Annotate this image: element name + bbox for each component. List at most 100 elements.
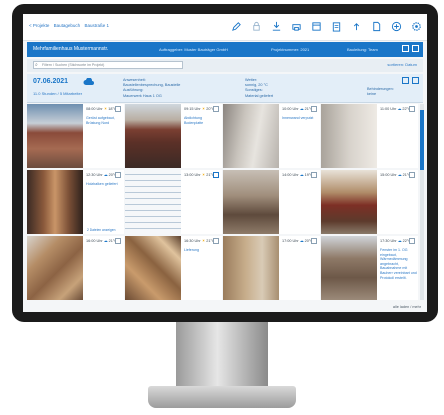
cloud-icon: ☁	[397, 107, 402, 111]
photo[interactable]	[321, 170, 377, 234]
cloud-icon: ☁	[103, 173, 108, 177]
settings-icon[interactable]	[410, 19, 423, 34]
clipboard-icon[interactable]	[330, 19, 343, 34]
photo-card[interactable]: 16:30 Uhr ☀ 21°C Lieferung	[125, 236, 222, 300]
select-checkbox[interactable]	[213, 106, 219, 112]
select-checkbox[interactable]	[213, 238, 219, 244]
photo-card[interactable]: 13:00 Uhr ☀ 21°C	[125, 170, 222, 234]
photo-caption[interactable]: Holzbalken geliefert	[86, 182, 120, 187]
breadcrumb-projects[interactable]: < Projekte	[29, 23, 49, 28]
client-info: Auftraggeber: Muster Bauträger GmbH	[159, 47, 228, 52]
photo-caption[interactable]: Fenster im 1. OG eingebaut, Wärmedämmung…	[380, 248, 418, 280]
photo-card[interactable]: 14:00 Uhr ☁ 19°C	[223, 170, 320, 234]
day-column-1: Anwesenheit: Baustellenbesprechung, Baus…	[123, 78, 180, 99]
add-icon[interactable]	[390, 19, 403, 34]
sun-icon: ☀	[201, 239, 206, 243]
cloud-icon	[83, 78, 94, 85]
photo-meta: 17:00 Uhr ☁ 20°C	[282, 238, 313, 243]
photo-caption[interactable]: Gerüst aufgebaut, Brüstung Nord	[86, 116, 120, 125]
photo-card[interactable]: 12:30 Uhr ☁ 20°C Holzbalken geliefert 2 …	[27, 170, 124, 234]
photo-card[interactable]: 17:30 Uhr ☁ 22°C Fenster im 1. OG eingeb…	[321, 236, 418, 300]
photo-caption[interactable]: Lieferung	[184, 248, 218, 253]
photo[interactable]	[321, 236, 377, 300]
project-number: Projektnummer: 2021	[271, 47, 310, 52]
document-icon[interactable]	[370, 19, 383, 34]
select-checkbox[interactable]	[311, 106, 317, 112]
monitor-stand-neck	[176, 322, 268, 390]
breadcrumb-site[interactable]: Baustraße 1	[84, 23, 109, 28]
photo-caption[interactable]: Innenwand verputzt	[282, 116, 316, 121]
photo-meta: 13:00 Uhr ☀ 21°C	[184, 172, 215, 177]
calendar-icon[interactable]	[310, 19, 323, 34]
download-icon[interactable]	[270, 19, 283, 34]
photo-card[interactable]: 17:00 Uhr ☁ 20°C	[223, 236, 320, 300]
photo-card[interactable]: 16:00 Uhr ☁ 21°C	[27, 236, 124, 300]
photo-card[interactable]: 11:00 Uhr ☁ 22°C	[321, 104, 418, 168]
search-placeholder: Filtern / Suchen (Stichworte im Projekt)	[42, 63, 105, 67]
edit-icon[interactable]	[230, 19, 243, 34]
photo-card[interactable]: 08:00 Uhr ☀ 18°C Gerüst aufgebaut, Brüst…	[27, 104, 124, 168]
filter-bar: ⌕ Filtern / Suchen (Stichworte im Projek…	[27, 59, 423, 72]
print-icon[interactable]	[290, 19, 303, 34]
cloud-icon: ☁	[299, 239, 304, 243]
photo-card[interactable]: 09:15 Uhr ☀ 20°C Abdichtung Bodenplatte	[125, 104, 222, 168]
photo-time: 16:00 Uhr	[86, 239, 103, 243]
breadcrumb: < Projekte Bautagebuch Baustraße 1	[29, 23, 112, 28]
attachments-link[interactable]: 2 Dateien anzeigen	[87, 228, 115, 232]
select-checkbox[interactable]	[311, 238, 317, 244]
edit-project-icon[interactable]	[402, 45, 409, 52]
search-input[interactable]: ⌕ Filtern / Suchen (Stichworte im Projek…	[33, 61, 183, 69]
scrollbar[interactable]	[420, 104, 424, 300]
day-date[interactable]: 07.06.2021	[33, 78, 68, 85]
monitor-frame: < Projekte Bautagebuch Baustraße 1 Mehrf…	[12, 4, 438, 322]
photo[interactable]	[125, 170, 181, 234]
select-checkbox[interactable]	[115, 172, 121, 178]
photo[interactable]	[223, 104, 279, 168]
photo[interactable]	[321, 104, 377, 168]
select-checkbox[interactable]	[409, 172, 415, 178]
project-title[interactable]: Mehrfamilienhaus Mustermannstr.	[33, 46, 108, 52]
photo-card[interactable]: 10:00 Uhr ☁ 21°C Innenwand verputzt	[223, 104, 320, 168]
photo-time: 08:00 Uhr	[86, 107, 103, 111]
photo-caption[interactable]: Abdichtung Bodenplatte	[184, 116, 218, 125]
day-summary: 07.06.2021 11.0 Stunden / 5 Mitarbeiter …	[27, 74, 423, 103]
monitor-stand-base	[148, 386, 296, 408]
footer-link[interactable]: alle laden / mehr	[393, 305, 421, 309]
select-checkbox[interactable]	[213, 172, 219, 178]
photo[interactable]	[223, 236, 279, 300]
expand-icon[interactable]	[412, 45, 419, 52]
photo[interactable]	[223, 170, 279, 234]
photo-card[interactable]: 15:00 Uhr ☁ 21°C	[321, 170, 418, 234]
photo-meta: 14:00 Uhr ☁ 19°C	[282, 172, 313, 177]
search-icon: ⌕	[35, 62, 38, 68]
photo[interactable]	[27, 104, 83, 168]
breadcrumb-diary[interactable]: Bautagebuch	[54, 23, 81, 28]
sun-icon: ☀	[201, 107, 206, 111]
photo-meta: 15:00 Uhr ☁ 21°C	[380, 172, 411, 177]
edit-day-icon[interactable]	[402, 77, 409, 84]
photo-meta: 08:00 Uhr ☀ 18°C	[86, 106, 117, 111]
cloud-icon: ☁	[397, 173, 402, 177]
photo[interactable]	[27, 236, 83, 300]
photo-meta: 16:30 Uhr ☀ 21°C	[184, 238, 215, 243]
sort-dropdown[interactable]: sortieren: Datum	[387, 62, 417, 67]
sun-icon: ☀	[201, 173, 206, 177]
select-checkbox[interactable]	[409, 238, 415, 244]
day-col3-line: keine	[367, 92, 377, 97]
photo-meta: 16:00 Uhr ☁ 21°C	[86, 238, 117, 243]
select-checkbox[interactable]	[409, 106, 415, 112]
day-subtitle: 11.0 Stunden / 5 Mitarbeiter	[33, 91, 83, 96]
select-checkbox[interactable]	[115, 106, 121, 112]
photo[interactable]	[125, 104, 181, 168]
select-checkbox[interactable]	[311, 172, 317, 178]
cloud-icon: ☁	[299, 173, 304, 177]
photo[interactable]	[27, 170, 83, 234]
day-column-2: Wetter: sonnig, 20 °C Sonstiges: Materia…	[245, 78, 273, 99]
collapse-day-icon[interactable]	[412, 77, 419, 84]
photo[interactable]	[125, 236, 181, 300]
select-checkbox[interactable]	[115, 238, 121, 244]
sun-icon: ☀	[103, 107, 108, 111]
upload-icon[interactable]	[350, 19, 363, 34]
scrollbar-thumb[interactable]	[420, 110, 424, 170]
lock-icon[interactable]	[250, 19, 263, 34]
